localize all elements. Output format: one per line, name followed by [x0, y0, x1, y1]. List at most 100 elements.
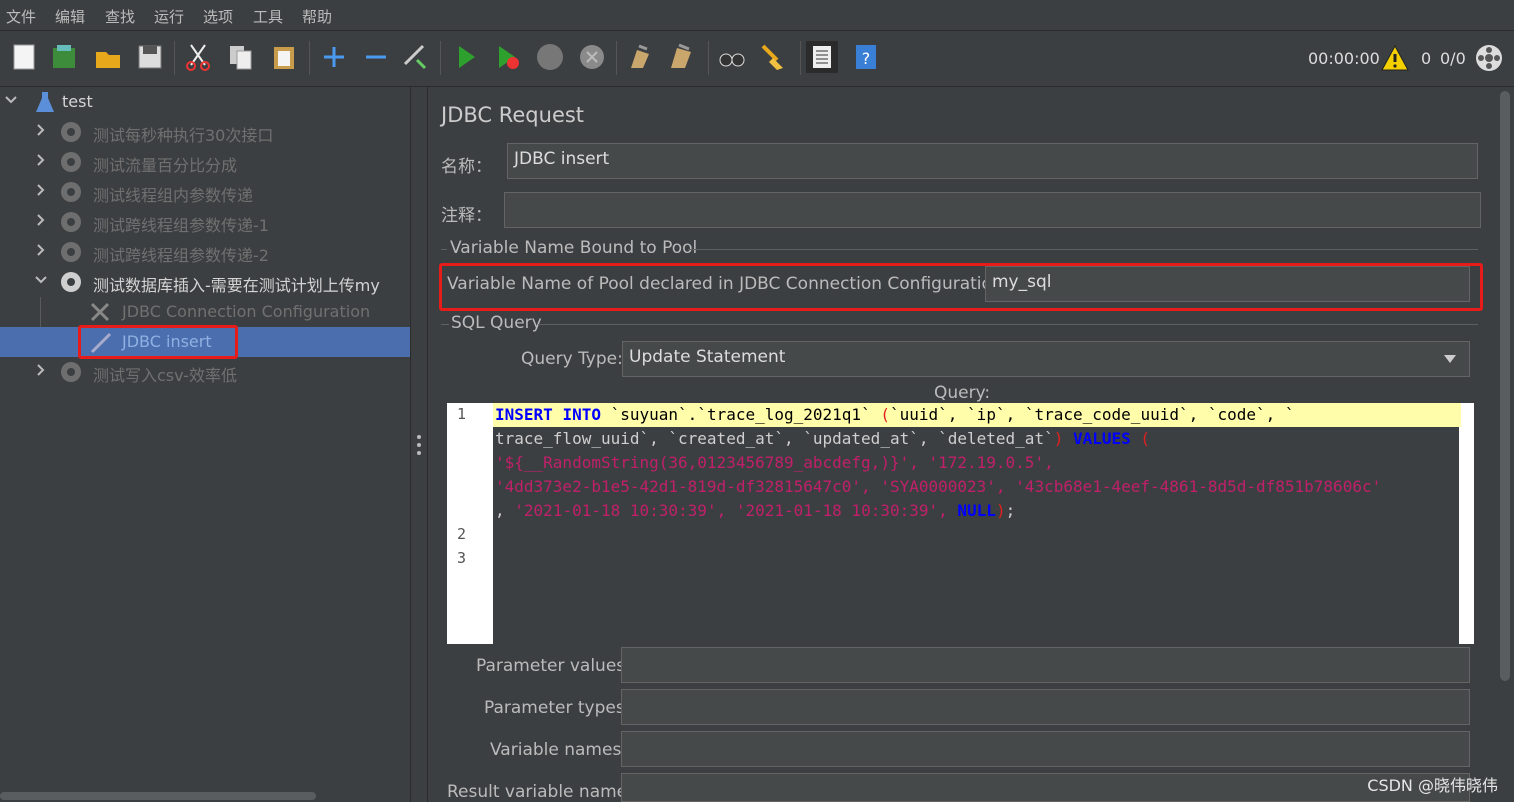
tree-item-expanded[interactable]: 测试数据库插入-需要在测试计划上传my [0, 267, 410, 297]
reset-search-icon[interactable] [758, 41, 790, 73]
cut-icon[interactable] [182, 41, 214, 73]
help-icon[interactable]: ? [850, 41, 882, 73]
menu-run[interactable]: 运行 [154, 6, 184, 27]
tree-item[interactable]: 测试流量百分比分成 [0, 147, 410, 177]
thread-group-icon [61, 362, 81, 382]
test-plan-tree: test 测试每秒种执行30次接口 测试流量百分比分成 测试线程组内参数传递 测… [0, 87, 410, 802]
line-number: 3 [457, 549, 467, 567]
chevron-right-icon[interactable] [34, 363, 48, 377]
query-type-label: Query Type: [521, 349, 623, 369]
tree-item[interactable]: JDBC Connection Configuration [0, 297, 410, 327]
tree-item-label: 测试每秒种执行30次接口 [93, 126, 274, 145]
function-helper-icon[interactable] [806, 41, 838, 73]
tree-item-root[interactable]: test [0, 87, 410, 117]
sql-punct: ) [1053, 429, 1064, 448]
paste-icon[interactable] [268, 41, 300, 73]
thread-group-icon [61, 152, 81, 172]
menu-file[interactable]: 文件 [6, 6, 36, 27]
chevron-right-icon[interactable] [34, 183, 48, 197]
tree-item[interactable]: 测试跨线程组参数传递-1 [0, 207, 410, 237]
result-variable-field[interactable] [621, 773, 1470, 802]
search-icon[interactable] [716, 41, 748, 73]
param-values-label: Parameter values: [476, 656, 631, 676]
line-number: 1 [457, 405, 467, 423]
highlight-box-pool [439, 263, 1483, 311]
panel-vertical-scrollbar[interactable] [1496, 87, 1514, 802]
elapsed-timer: 00:00:00 [1308, 49, 1380, 68]
clear-icon[interactable] [624, 41, 656, 73]
new-icon[interactable] [8, 41, 40, 73]
query-label: Query: [934, 383, 991, 403]
expand-icon[interactable] [318, 41, 350, 73]
toolbar-separator [174, 41, 175, 75]
code-line: '${__RandomString(36,0123456789_abcdefg,… [493, 451, 1461, 475]
query-type-value: Update Statement [629, 347, 786, 367]
code-line: '4dd373e2-b1e5-42d1-819d-df32815647c0', … [493, 475, 1461, 499]
tree-item[interactable]: 测试写入csv-效率低 [0, 357, 410, 387]
toolbar-separator [616, 41, 617, 75]
svg-text:?: ? [862, 49, 871, 68]
copy-icon[interactable] [225, 41, 257, 73]
sql-string: '4dd373e2-b1e5-42d1-819d-df32815647c0', … [495, 477, 1382, 496]
chevron-right-icon[interactable] [34, 123, 48, 137]
start-no-pauses-icon[interactable] [492, 41, 524, 73]
comment-field[interactable] [504, 192, 1481, 228]
query-type-select[interactable]: Update Statement [622, 341, 1470, 377]
menu-tools[interactable]: 工具 [253, 6, 283, 27]
warning-icon[interactable] [1380, 43, 1410, 73]
menu-options[interactable]: 选项 [203, 6, 233, 27]
tree-item[interactable]: 测试线程组内参数传递 [0, 177, 410, 207]
menu-help[interactable]: 帮助 [302, 6, 332, 27]
shutdown-icon[interactable] [576, 41, 608, 73]
tree-item[interactable]: 测试跨线程组参数传递-2 [0, 237, 410, 267]
sql-string: '2021-01-18 10:30:39', '2021-01-18 10:30… [514, 501, 948, 520]
menu-edit[interactable]: 编辑 [55, 6, 85, 27]
chevron-right-icon[interactable] [34, 243, 48, 257]
chevron-down-icon[interactable] [34, 273, 48, 287]
chevron-down-icon[interactable] [4, 93, 18, 107]
sql-keyword: INTO [562, 405, 601, 424]
thread-group-icon [61, 272, 81, 292]
sql-keyword: VALUES [1072, 429, 1131, 448]
menu-bar: 文件 编辑 查找 运行 选项 工具 帮助 [0, 0, 1514, 31]
split-grip [417, 443, 421, 447]
code-area[interactable]: INSERT INTO `suyuan`.`trace_log_2021q1` … [493, 403, 1461, 644]
templates-icon[interactable] [48, 41, 80, 73]
scrollbar-thumb[interactable] [1500, 91, 1510, 681]
name-field[interactable]: JDBC insert [507, 143, 1478, 179]
section-divider [688, 249, 1478, 250]
menu-search[interactable]: 查找 [105, 6, 135, 27]
split-grip [417, 435, 421, 439]
thread-group-icon [61, 242, 81, 262]
param-types-field[interactable] [621, 689, 1470, 725]
stop-icon[interactable] [534, 41, 566, 73]
code-line: , '2021-01-18 10:30:39', '2021-01-18 10:… [493, 499, 1461, 523]
chevron-right-icon[interactable] [34, 153, 48, 167]
tree-item[interactable]: 测试每秒种执行30次接口 [0, 117, 410, 147]
chevron-right-icon[interactable] [34, 213, 48, 227]
variable-names-label: Variable names: [490, 740, 628, 760]
clear-all-icon[interactable] [666, 41, 698, 73]
save-icon[interactable] [134, 41, 166, 73]
name-label: 名称： [441, 157, 492, 177]
collapse-icon[interactable] [360, 41, 392, 73]
param-values-field[interactable] [621, 647, 1470, 683]
watermark: CSDN @晓伟晓伟 [1367, 776, 1498, 795]
tree-item-label: 测试线程组内参数传递 [93, 186, 254, 205]
tree-item-label: 测试流量百分比分成 [93, 156, 238, 175]
thread-group-icon [61, 122, 81, 142]
start-icon[interactable] [450, 41, 482, 73]
sql-identifier: `uuid`, `ip`, `trace_code_uuid`, `code`,… [889, 405, 1295, 424]
sql-query-editor[interactable]: 1 2 3 INSERT INTO `suyuan`.`trace_log_20… [447, 403, 1474, 644]
sql-punct: , [495, 501, 505, 520]
toolbar-separator [309, 41, 310, 75]
sql-punct: ) [995, 501, 1006, 520]
result-variable-label: Result variable name: [447, 782, 633, 802]
warning-count: 0 [1421, 49, 1432, 68]
remote-status-icon [1474, 43, 1504, 73]
tree-horizontal-scrollbar[interactable] [0, 792, 316, 800]
variable-names-field[interactable] [621, 731, 1470, 767]
open-icon[interactable] [92, 41, 124, 73]
toggle-icon[interactable] [400, 41, 432, 73]
sql-punct: ( [1140, 429, 1151, 448]
